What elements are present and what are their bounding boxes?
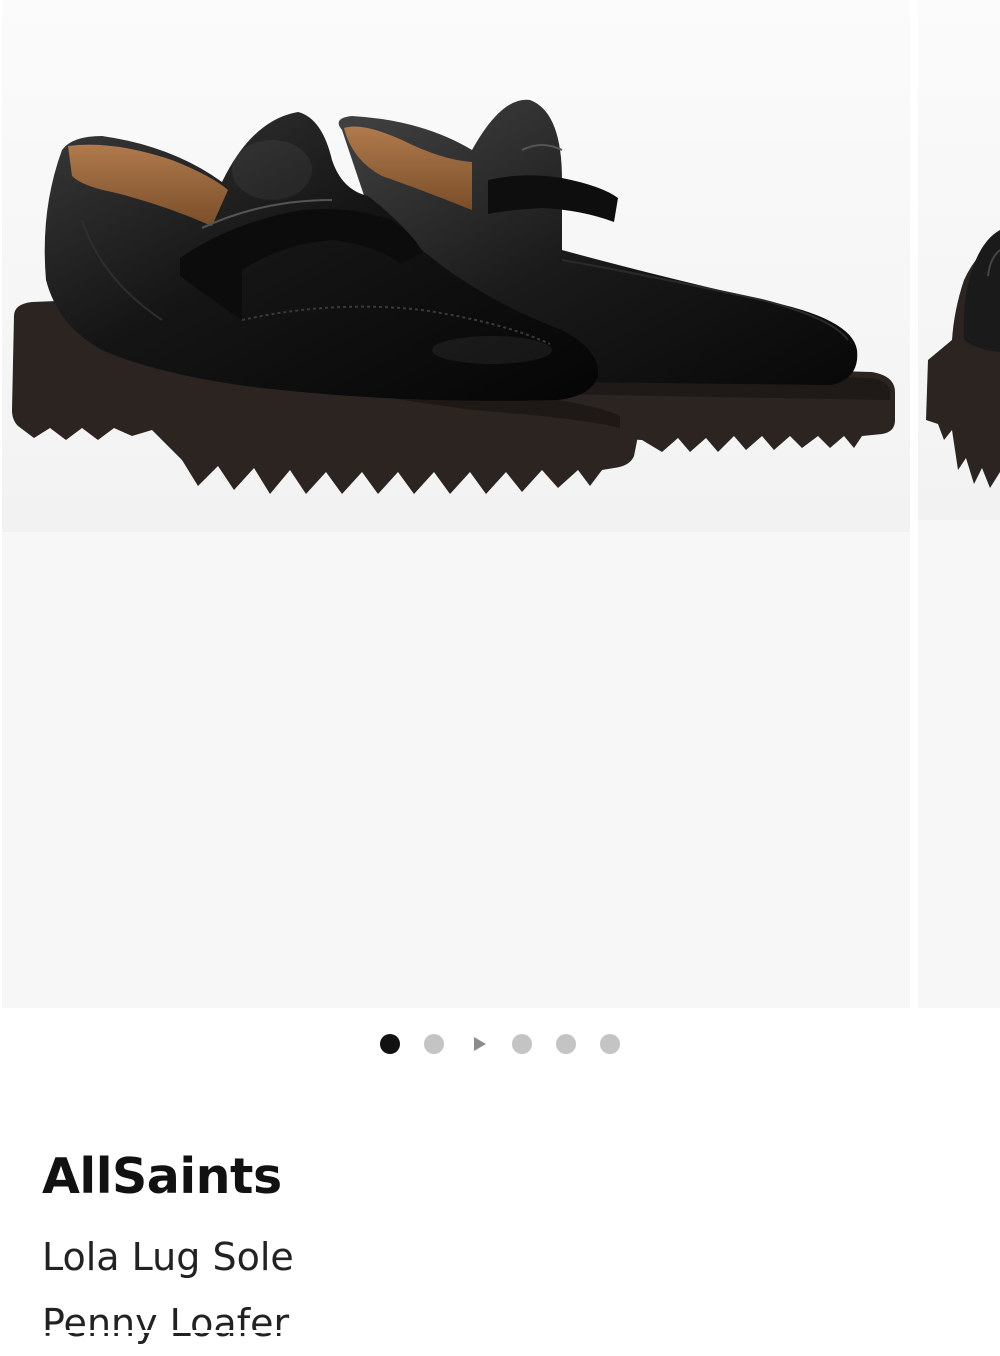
image-carousel[interactable] [0,0,1000,1008]
brand-name[interactable]: AllSaints [42,1148,282,1205]
carousel-dot-4[interactable] [512,1034,532,1054]
carousel-slide-next-peek[interactable] [918,0,1000,1008]
loafer-pair-illustration [12,99,895,494]
carousel-dot-1[interactable] [380,1034,400,1054]
shoe-product-photo [2,0,910,532]
carousel-video-indicator[interactable] [468,1034,488,1054]
loafer-next-illustration [926,230,1000,488]
carousel-dot-6[interactable] [600,1034,620,1054]
carousel-slide-current[interactable] [2,0,910,1008]
product-title: Lola Lug Sole Penny Loafer [42,1224,362,1356]
product-title-line-2: Penny Loafer [42,1301,290,1345]
play-icon [473,1037,486,1051]
shoe-product-photo-next [918,0,1000,520]
carousel-pagination [0,1033,1000,1055]
carousel-dot-2[interactable] [424,1034,444,1054]
carousel-dot-5[interactable] [556,1034,576,1054]
product-title-line-1: Lola Lug Sole [42,1235,294,1279]
